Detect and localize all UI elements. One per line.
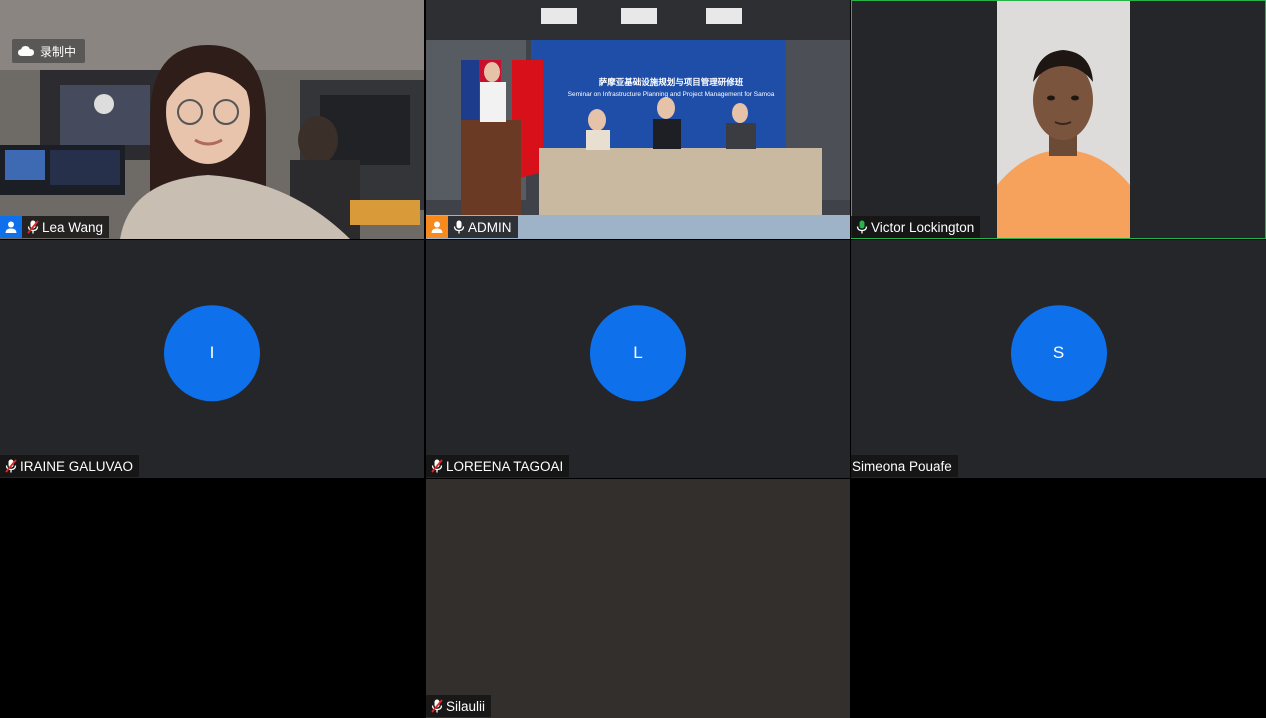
participant-name: Simeona Pouafe [852,458,952,474]
mic-muted-icon [428,455,446,477]
participant-video [0,0,424,239]
participant-name-tag: IRAINE GALUVAO [0,455,140,477]
avatar: L [590,305,686,402]
avatar: S [1010,305,1107,402]
avatar: I [164,305,260,402]
person-icon [0,216,22,238]
video-tile-lea-wang[interactable]: 录制中 Lea Wang [0,0,424,239]
video-tile-admin[interactable]: 萨摩亚基础设施规划与项目管理研修班 Seminar on Infrastruct… [426,0,850,239]
empty-tile [851,479,1266,718]
mic-active-icon [853,216,871,238]
empty-tile [0,479,424,718]
banner-title-en: Seminar on Infrastructure Planning and P… [567,91,775,98]
video-tile-victor-lockington[interactable]: Victor Lockington [851,0,1266,239]
participant-name-tag: Lea Wang [0,216,110,238]
participant-video [851,0,1266,239]
banner-title-cn: 萨摩亚基础设施规划与项目管理研修班 [598,77,744,87]
participant-name: Victor Lockington [871,219,975,235]
avatar-tile-simeona-pouafe[interactable]: S Simeona Pouafe [851,240,1266,478]
participant-name: Lea Wang [42,219,104,235]
mic-muted-icon [2,455,20,477]
mic-muted-icon [24,216,42,238]
person-icon [426,216,448,238]
participant-name-tag: ADMIN [426,216,518,238]
mic-muted-icon [428,695,446,717]
recording-label: 录制中 [40,44,77,59]
participant-name-tag: LOREENA TAGOAI [426,455,570,477]
participant-name-tag: Simeona Pouafe [851,455,958,477]
participant-name: IRAINE GALUVAO [20,458,134,474]
stage-banner: 萨摩亚基础设施规划与项目管理研修班 Seminar on Infrastruct… [546,76,796,98]
participant-name-tag: Victor Lockington [851,216,981,238]
participant-name: Silaulii [446,698,486,714]
mic-icon [450,216,468,238]
participant-name-tag: Silaulii [426,695,492,717]
participant-name: LOREENA TAGOAI [446,458,564,474]
cloud-icon [18,46,34,56]
video-tile-silaulii[interactable]: Silaulii [426,479,850,718]
avatar-tile-iraine-galuvao[interactable]: I IRAINE GALUVAO [0,240,424,478]
participant-video [426,0,850,239]
avatar-tile-loreena-tagoai[interactable]: L LOREENA TAGOAI [426,240,850,478]
participant-name: ADMIN [468,219,512,235]
recording-indicator[interactable]: 录制中 [12,39,86,63]
